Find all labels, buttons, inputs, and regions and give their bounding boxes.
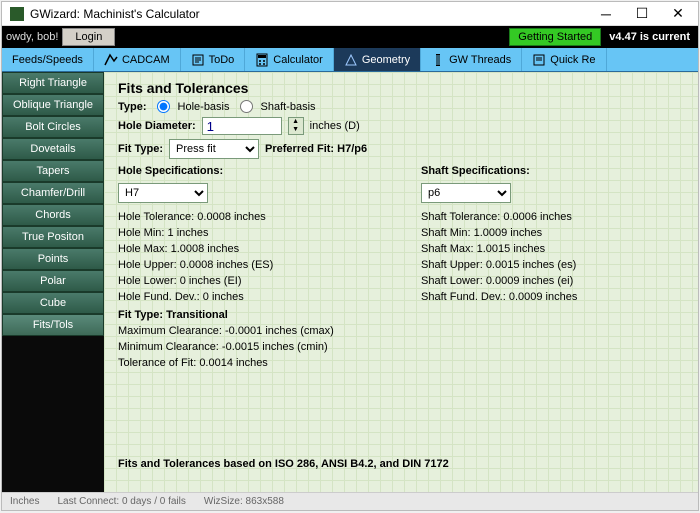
tab-todo[interactable]: ToDo <box>181 48 246 71</box>
sidebar-item-dovetails[interactable]: Dovetails <box>2 138 104 160</box>
type-label: Type: <box>118 101 147 113</box>
hole-tolerance: Hole Tolerance: 0.0008 inches <box>118 209 381 225</box>
titlebar: GWizard: Machinist's Calculator ─ ☐ ✕ <box>2 2 698 26</box>
shaft-spec-column: Shaft Specifications: p6 Shaft Tolerance… <box>421 163 684 305</box>
window-title: GWizard: Machinist's Calculator <box>30 7 588 21</box>
hole-upper: Hole Upper: 0.0008 inches (ES) <box>118 257 381 273</box>
preferred-fit-label: Preferred Fit: H7/p6 <box>265 143 367 155</box>
max-clearance: Maximum Clearance: -0.0001 inches (cmax) <box>118 323 684 339</box>
shaft-grade-select[interactable]: p6 <box>421 183 511 203</box>
main-tabs: Feeds/Speeds CADCAM ToDo Calculator Geom… <box>2 48 698 72</box>
diameter-row: Hole Diameter: ▲▼ inches (D) <box>118 117 684 135</box>
sidebar-item-right-triangle[interactable]: Right Triangle <box>2 72 104 94</box>
iso-footer: Fits and Tolerances based on ISO 286, AN… <box>118 458 449 470</box>
sidebar-item-cube[interactable]: Cube <box>2 292 104 314</box>
login-button[interactable]: Login <box>62 28 115 46</box>
shaft-spec-header: Shaft Specifications: <box>421 163 684 179</box>
close-button[interactable]: ✕ <box>660 3 696 25</box>
tolerance-of-fit: Tolerance of Fit: 0.0014 inches <box>118 355 684 371</box>
type-shaft-text: Shaft-basis <box>261 101 316 113</box>
tab-cadcam[interactable]: CADCAM <box>94 48 181 71</box>
hole-min: Hole Min: 1 inches <box>118 225 381 241</box>
type-shaft-radio[interactable] <box>240 100 253 113</box>
hole-spec-column: Hole Specifications: H7 Hole Tolerance: … <box>118 163 381 305</box>
spin-down-icon[interactable]: ▼ <box>289 126 303 134</box>
diameter-spinner[interactable]: ▲▼ <box>288 117 304 135</box>
sidebar-item-chords[interactable]: Chords <box>2 204 104 226</box>
status-units: Inches <box>10 496 39 507</box>
app-window: GWizard: Machinist's Calculator ─ ☐ ✕ ow… <box>1 1 699 511</box>
top-toolbar: owdy, bob! Login Getting Started v4.47 i… <box>2 26 698 48</box>
geometry-icon <box>344 53 358 67</box>
hole-max: Hole Max: 1.0008 inches <box>118 241 381 257</box>
fit-type-select[interactable]: Press fit <box>169 139 259 159</box>
quickref-icon <box>532 53 546 67</box>
fit-type-row: Fit Type: Press fit Preferred Fit: H7/p6 <box>118 139 684 159</box>
diameter-label: Hole Diameter: <box>118 120 196 132</box>
page-title: Fits and Tolerances <box>118 80 684 96</box>
threads-icon <box>431 53 445 67</box>
fit-type-label: Fit Type: <box>118 143 163 155</box>
sidebar-item-tapers[interactable]: Tapers <box>2 160 104 182</box>
sidebar-item-polar[interactable]: Polar <box>2 270 104 292</box>
app-icon <box>10 7 24 21</box>
sidebar-item-points[interactable]: Points <box>2 248 104 270</box>
statusbar: Inches Last Connect: 0 days / 0 fails Wi… <box>2 492 698 510</box>
todo-icon <box>191 53 205 67</box>
version-label: v4.47 is current <box>609 31 690 43</box>
sidebar-item-fits-tols[interactable]: Fits/Tols <box>2 314 104 336</box>
minimize-button[interactable]: ─ <box>588 3 624 25</box>
sidebar-item-true-position[interactable]: True Positon <box>2 226 104 248</box>
tab-gw-threads[interactable]: GW Threads <box>421 48 522 71</box>
maximize-button[interactable]: ☐ <box>624 3 660 25</box>
type-hole-text: Hole-basis <box>178 101 230 113</box>
tab-feeds-speeds[interactable]: Feeds/Speeds <box>2 48 94 71</box>
greeting-text: owdy, bob! <box>6 31 58 43</box>
diameter-units: inches (D) <box>310 120 360 132</box>
tab-quick-ref[interactable]: Quick Re <box>522 48 606 71</box>
sidebar: Right Triangle Oblique Triangle Bolt Cir… <box>2 72 104 492</box>
calculator-icon <box>255 53 269 67</box>
sidebar-item-bolt-circles[interactable]: Bolt Circles <box>2 116 104 138</box>
spec-columns: Hole Specifications: H7 Hole Tolerance: … <box>118 163 684 305</box>
getting-started-button[interactable]: Getting Started <box>509 28 601 46</box>
tab-geometry[interactable]: Geometry <box>334 48 421 71</box>
shaft-tolerance: Shaft Tolerance: 0.0006 inches <box>421 209 684 225</box>
fit-result: Fit Type: Transitional Maximum Clearance… <box>118 307 684 371</box>
body: Right Triangle Oblique Triangle Bolt Cir… <box>2 72 698 492</box>
sidebar-item-oblique-triangle[interactable]: Oblique Triangle <box>2 94 104 116</box>
status-last-connect: Last Connect: 0 days / 0 fails <box>57 496 185 507</box>
hole-spec-header: Hole Specifications: <box>118 163 381 179</box>
tab-calculator[interactable]: Calculator <box>245 48 334 71</box>
hole-grade-select[interactable]: H7 <box>118 183 208 203</box>
shaft-max: Shaft Max: 1.0015 inches <box>421 241 684 257</box>
content-pane: Fits and Tolerances Type: Hole-basis Sha… <box>104 72 698 492</box>
status-wizsize: WizSize: 863x588 <box>204 496 284 507</box>
shaft-lower: Shaft Lower: 0.0009 inches (ei) <box>421 273 684 289</box>
sidebar-item-chamfer-drill[interactable]: Chamfer/Drill <box>2 182 104 204</box>
spin-up-icon[interactable]: ▲ <box>289 118 303 126</box>
min-clearance: Minimum Clearance: -0.0015 inches (cmin) <box>118 339 684 355</box>
shaft-fund-dev: Shaft Fund. Dev.: 0.0009 inches <box>421 289 684 305</box>
hole-fund-dev: Hole Fund. Dev.: 0 inches <box>118 289 381 305</box>
type-row: Type: Hole-basis Shaft-basis <box>118 100 684 113</box>
shaft-min: Shaft Min: 1.0009 inches <box>421 225 684 241</box>
shaft-upper: Shaft Upper: 0.0015 inches (es) <box>421 257 684 273</box>
cadcam-icon <box>104 53 118 67</box>
type-hole-radio[interactable] <box>157 100 170 113</box>
hole-lower: Hole Lower: 0 inches (EI) <box>118 273 381 289</box>
diameter-input[interactable] <box>202 117 282 135</box>
fit-result-header: Fit Type: Transitional <box>118 307 684 323</box>
